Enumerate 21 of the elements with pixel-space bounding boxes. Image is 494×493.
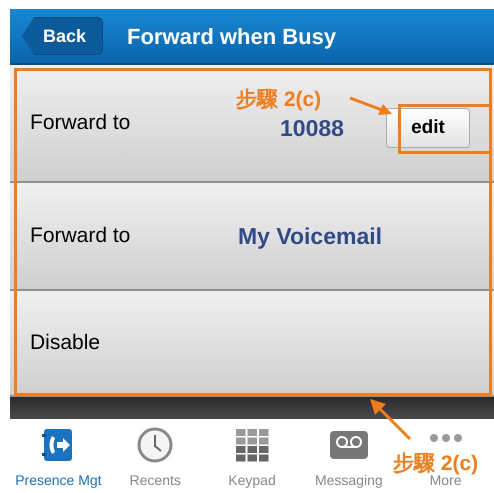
row-label: Forward to [30,110,132,136]
row-value: My Voicemail [238,222,382,251]
annotation-arrow [348,95,394,117]
screen-title: Forward when Busy [127,22,336,51]
annotation-label: 步驟 2(c) [393,451,478,475]
clock-icon [137,426,174,462]
annotation-label: 步驟 2(c) [236,87,322,113]
list-row[interactable]: Disable [10,291,494,397]
row-value: 10088 [280,114,344,143]
back-button[interactable]: Back [22,17,104,55]
keypad-icon [234,426,270,462]
row-label: Disable [30,330,102,356]
edit-button[interactable]: edit [386,108,470,148]
more-icon [428,433,464,443]
list-row[interactable]: Forward to My Voicemail [10,183,494,291]
tab[interactable]: Messaging [314,470,383,491]
tab[interactable]: Presence Mgt [15,470,102,491]
row-label: Forward to [30,223,132,250]
annotation-arrow [368,397,414,441]
tab[interactable]: Keypad [228,470,276,491]
tab[interactable]: Recents [130,470,181,491]
